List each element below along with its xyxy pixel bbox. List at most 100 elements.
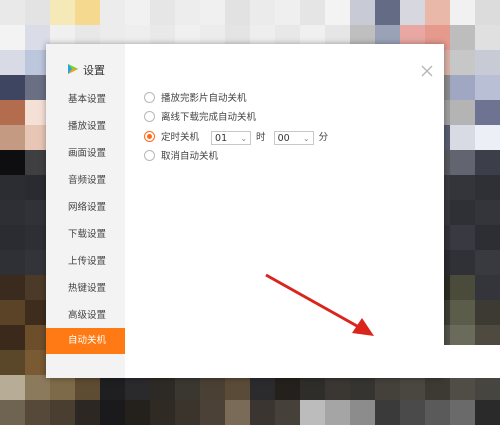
background-tile bbox=[450, 250, 475, 275]
background-tile bbox=[150, 375, 175, 400]
background-tile bbox=[0, 375, 25, 400]
background-tile bbox=[400, 400, 425, 425]
background-tile bbox=[475, 200, 500, 225]
sidebar-item-advanced[interactable]: 高级设置 bbox=[46, 303, 125, 329]
background-tile bbox=[125, 375, 150, 400]
background-tile bbox=[425, 375, 450, 400]
background-tile bbox=[0, 25, 25, 50]
background-tile bbox=[150, 400, 175, 425]
background-tile bbox=[475, 0, 500, 25]
background-tile bbox=[350, 400, 375, 425]
background-tile bbox=[0, 325, 25, 350]
background-tile bbox=[200, 375, 225, 400]
background-tile bbox=[475, 150, 500, 175]
background-tile bbox=[0, 150, 25, 175]
background-tile bbox=[475, 400, 500, 425]
close-icon[interactable] bbox=[420, 64, 434, 78]
sidebar-item-auto-shutdown[interactable]: 自动关机 bbox=[46, 328, 125, 354]
background-fragment bbox=[320, 345, 500, 378]
background-tile bbox=[0, 125, 25, 150]
background-tile bbox=[325, 0, 350, 25]
option-cancel-shutdown[interactable]: 取消自动关机 bbox=[144, 149, 218, 165]
sidebar-item-hotkeys[interactable]: 热键设置 bbox=[46, 276, 125, 302]
background-tile bbox=[150, 0, 175, 25]
hour-select[interactable]: 01 ⌄ bbox=[211, 130, 252, 145]
option-after-playback[interactable]: 播放完影片自动关机 bbox=[144, 91, 247, 107]
background-tile bbox=[0, 50, 25, 75]
sidebar-item-picture[interactable]: 画面设置 bbox=[46, 141, 125, 167]
background-tile bbox=[200, 0, 225, 25]
background-tile bbox=[0, 75, 25, 100]
sidebar-item-network[interactable]: 网络设置 bbox=[46, 195, 125, 221]
background-tile bbox=[0, 400, 25, 425]
background-tile bbox=[50, 375, 75, 400]
background-tile bbox=[0, 100, 25, 125]
background-tile bbox=[450, 225, 475, 250]
radio-cancel-shutdown[interactable] bbox=[144, 150, 155, 161]
background-tile bbox=[450, 50, 475, 75]
background-tile bbox=[0, 300, 25, 325]
minute-value: 00 bbox=[277, 132, 290, 144]
background-tile bbox=[400, 0, 425, 25]
sidebar-item-playback[interactable]: 播放设置 bbox=[46, 114, 125, 140]
background-tile bbox=[450, 25, 475, 50]
background-tile bbox=[425, 400, 450, 425]
radio-after-offline-download[interactable] bbox=[144, 111, 155, 122]
background-tile bbox=[225, 375, 250, 400]
background-tile bbox=[175, 400, 200, 425]
sidebar-item-download[interactable]: 下载设置 bbox=[46, 222, 125, 248]
background-tile bbox=[475, 275, 500, 300]
play-logo-icon bbox=[68, 64, 78, 74]
background-tile bbox=[0, 0, 25, 25]
background-tile bbox=[475, 225, 500, 250]
background-tile bbox=[200, 400, 225, 425]
background-tile bbox=[475, 75, 500, 100]
background-tile bbox=[475, 125, 500, 150]
background-tile bbox=[350, 375, 375, 400]
background-tile bbox=[50, 0, 75, 25]
chevron-down-icon: ⌄ bbox=[302, 133, 310, 143]
background-tile bbox=[75, 375, 100, 400]
hour-value: 01 bbox=[215, 132, 228, 144]
background-tile bbox=[275, 0, 300, 25]
background-tile bbox=[375, 400, 400, 425]
background-tile bbox=[325, 400, 350, 425]
background-tile bbox=[375, 375, 400, 400]
background-tile bbox=[25, 400, 50, 425]
sidebar-item-upload[interactable]: 上传设置 bbox=[46, 249, 125, 275]
minute-select[interactable]: 00 ⌄ bbox=[273, 130, 314, 145]
background-tile bbox=[450, 75, 475, 100]
background-tile bbox=[475, 100, 500, 125]
chevron-down-icon: ⌄ bbox=[240, 133, 248, 143]
background-tile bbox=[450, 300, 475, 325]
background-tile bbox=[300, 375, 325, 400]
background-tile bbox=[225, 0, 250, 25]
background-tile bbox=[475, 250, 500, 275]
background-tile bbox=[375, 0, 400, 25]
option-label: 定时关机 bbox=[161, 132, 200, 143]
background-tile bbox=[175, 375, 200, 400]
option-after-offline-download[interactable]: 离线下载完成自动关机 bbox=[144, 110, 256, 126]
option-label: 离线下载完成自动关机 bbox=[161, 112, 257, 123]
background-tile bbox=[250, 400, 275, 425]
background-tile bbox=[125, 400, 150, 425]
radio-timed-shutdown[interactable] bbox=[144, 131, 155, 142]
radio-after-playback[interactable] bbox=[144, 92, 155, 103]
hour-unit: 时 bbox=[256, 132, 266, 143]
background-tile bbox=[25, 375, 50, 400]
dialog-title: 设置 bbox=[83, 64, 105, 77]
sidebar-item-audio[interactable]: 音频设置 bbox=[46, 168, 125, 194]
background-tile bbox=[225, 400, 250, 425]
sidebar-item-basic[interactable]: 基本设置 bbox=[46, 87, 125, 113]
option-timed-shutdown[interactable]: 定时关机 01 ⌄ 时 00 ⌄ 分 bbox=[144, 130, 328, 146]
background-tile bbox=[475, 25, 500, 50]
background-tile bbox=[450, 200, 475, 225]
background-tile bbox=[350, 0, 375, 25]
background-tile bbox=[450, 275, 475, 300]
background-tile bbox=[450, 150, 475, 175]
minute-unit: 分 bbox=[318, 132, 329, 143]
background-tile bbox=[450, 175, 475, 200]
settings-dialog: 设置 基本设置 播放设置 画面设置 音频设置 网络设置 下载设置 上传设置 热键… bbox=[46, 44, 444, 378]
background-tile bbox=[475, 175, 500, 200]
background-tile bbox=[300, 0, 325, 25]
